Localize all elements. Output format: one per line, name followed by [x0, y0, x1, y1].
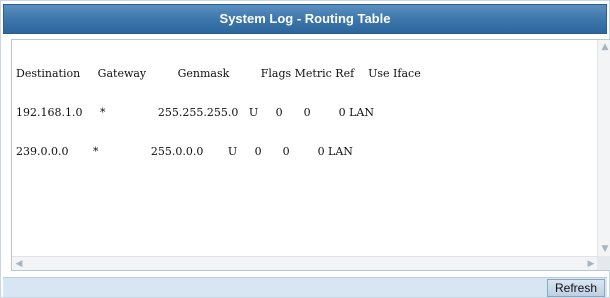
footer-bar: Refresh: [3, 277, 607, 297]
vertical-scrollbar[interactable]: ▲ ▼: [597, 40, 610, 256]
chevron-down-icon[interactable]: ▼: [598, 242, 610, 256]
routing-log-textarea[interactable]: Destination Gateway Genmask Flags Metric…: [11, 39, 610, 271]
scrollbar-corner: [597, 256, 610, 270]
routing-table-output: Destination Gateway Genmask Flags Metric…: [16, 41, 598, 253]
refresh-button[interactable]: Refresh: [547, 279, 605, 297]
horizontal-scrollbar[interactable]: ◀ ▶: [12, 256, 598, 270]
routing-table-window: System Log - Routing Table Destination G…: [0, 0, 610, 298]
chevron-left-icon[interactable]: ◀: [12, 257, 26, 271]
chevron-up-icon[interactable]: ▲: [598, 40, 610, 54]
window-title: System Log - Routing Table: [3, 4, 607, 34]
routing-table-header: Destination Gateway Genmask Flags Metric…: [16, 67, 421, 80]
routing-table-row: 239.0.0.0 * 255.0.0.0 U 0 0 0 LAN: [16, 145, 353, 158]
routing-table-row: 192.168.1.0 * 255.255.255.0 U 0 0 0 LAN: [16, 106, 374, 119]
chevron-right-icon[interactable]: ▶: [584, 257, 598, 271]
